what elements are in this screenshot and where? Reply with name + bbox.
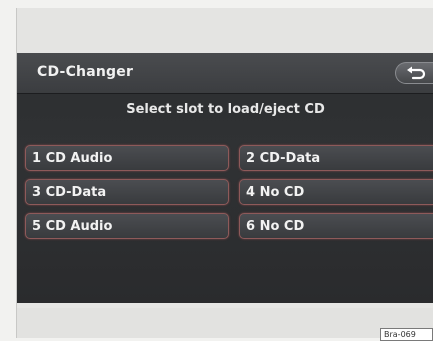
return-arrow-icon bbox=[407, 66, 426, 80]
slot-4-button[interactable]: 4 No CD bbox=[239, 179, 433, 205]
instruction-text: Select slot to load/eject CD bbox=[126, 102, 325, 117]
slot-6-button[interactable]: 6 No CD bbox=[239, 213, 433, 239]
bezel-top bbox=[17, 8, 433, 50]
device-frame: CD-Changer Select slot to load/eject CD … bbox=[16, 8, 433, 338]
cd-changer-screen: CD-Changer Select slot to load/eject CD … bbox=[17, 53, 433, 303]
slot-4-label: 4 No CD bbox=[246, 185, 305, 200]
slot-2-label: 2 CD-Data bbox=[246, 151, 321, 166]
slot-3-label: 3 CD-Data bbox=[32, 185, 107, 200]
screen-title: CD-Changer bbox=[37, 64, 134, 80]
slot-2-button[interactable]: 2 CD-Data bbox=[239, 145, 433, 171]
slot-5-button[interactable]: 5 CD Audio bbox=[25, 213, 229, 239]
slot-1-button[interactable]: 1 CD Audio bbox=[25, 145, 229, 171]
title-bar: CD-Changer bbox=[17, 53, 433, 94]
figure-reference-label: Bra-069 bbox=[380, 328, 433, 341]
slot-3-button[interactable]: 3 CD-Data bbox=[25, 179, 229, 205]
slot-6-label: 6 No CD bbox=[246, 219, 305, 234]
slot-1-label: 1 CD Audio bbox=[32, 151, 113, 166]
slot-5-label: 5 CD Audio bbox=[32, 219, 113, 234]
bezel-bottom bbox=[17, 308, 433, 338]
back-button[interactable] bbox=[395, 62, 433, 84]
